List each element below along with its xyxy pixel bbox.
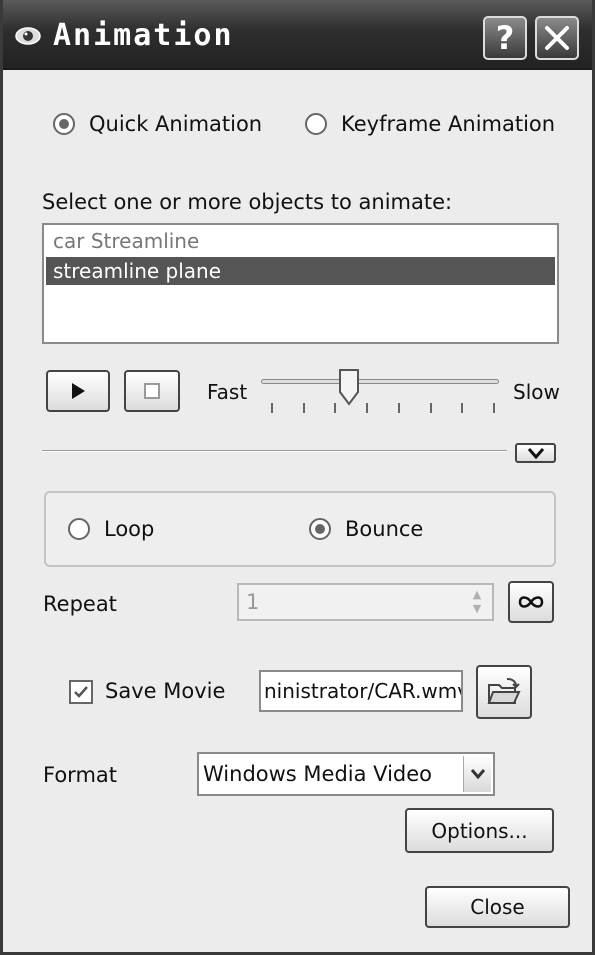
close-icon bbox=[545, 26, 569, 50]
expand-button[interactable] bbox=[515, 443, 556, 463]
bounce-option[interactable]: Bounce bbox=[309, 517, 423, 541]
slider-tick bbox=[461, 403, 464, 413]
speed-fast-label: Fast bbox=[207, 380, 248, 404]
slider-tick bbox=[271, 403, 273, 413]
checkmark-icon bbox=[74, 686, 88, 698]
slider-tick bbox=[397, 403, 400, 413]
close-button[interactable]: Close bbox=[425, 886, 570, 928]
list-item[interactable]: streamline plane bbox=[46, 257, 555, 285]
keyframe-animation-radio[interactable] bbox=[305, 113, 327, 135]
movie-path-field[interactable]: ninistrator/CAR.wmv bbox=[259, 670, 463, 712]
quick-animation-option[interactable]: Quick Animation bbox=[53, 112, 262, 136]
repeat-stepper[interactable]: ▲ ▼ bbox=[466, 588, 488, 616]
format-value: Windows Media Video bbox=[203, 762, 433, 786]
keyframe-animation-label: Keyframe Animation bbox=[341, 112, 556, 136]
options-button[interactable]: Options... bbox=[405, 808, 554, 853]
keyframe-animation-option[interactable]: Keyframe Animation bbox=[305, 112, 555, 136]
play-icon bbox=[72, 383, 85, 399]
bounce-radio[interactable] bbox=[309, 518, 331, 540]
format-dropdown-button[interactable] bbox=[463, 756, 491, 792]
infinite-repeat-button[interactable] bbox=[508, 581, 554, 623]
chevron-down-icon bbox=[527, 448, 544, 459]
format-label: Format bbox=[43, 763, 118, 787]
stop-icon bbox=[144, 383, 160, 399]
speed-slider-thumb[interactable] bbox=[338, 368, 360, 406]
stop-button[interactable] bbox=[124, 370, 180, 412]
save-movie-checkbox[interactable] bbox=[69, 680, 93, 704]
eye-icon bbox=[15, 27, 41, 45]
slider-tick bbox=[334, 403, 337, 413]
slider-tick bbox=[429, 403, 432, 413]
speed-slow-label: Slow bbox=[513, 380, 560, 404]
objects-label: Select one or more objects to animate: bbox=[42, 190, 453, 214]
help-button[interactable]: ? bbox=[483, 16, 527, 60]
slider-tick bbox=[493, 403, 495, 413]
chevron-down-icon bbox=[470, 769, 485, 780]
list-item[interactable]: car Streamline bbox=[46, 227, 555, 255]
close-window-button[interactable] bbox=[535, 16, 579, 60]
quick-animation-radio[interactable] bbox=[53, 113, 75, 135]
window-title: Animation bbox=[53, 18, 234, 53]
repeat-value: 1 bbox=[246, 590, 260, 614]
format-select[interactable]: Windows Media Video bbox=[197, 752, 495, 796]
section-divider bbox=[42, 450, 507, 452]
speed-slider-track[interactable] bbox=[261, 379, 499, 384]
quick-animation-label: Quick Animation bbox=[89, 112, 263, 136]
title-bar[interactable]: Animation ? bbox=[3, 0, 592, 70]
infinity-icon bbox=[518, 596, 544, 608]
animation-dialog: Animation ? Quick Animation Keyframe Ani… bbox=[0, 0, 595, 955]
loop-label: Loop bbox=[104, 517, 155, 541]
bounce-label: Bounce bbox=[345, 517, 424, 541]
open-folder-icon bbox=[487, 678, 521, 704]
objects-listbox[interactable]: car Streamline streamline plane bbox=[42, 223, 559, 344]
play-button[interactable] bbox=[46, 370, 110, 412]
browse-button[interactable] bbox=[476, 665, 532, 719]
slider-tick bbox=[366, 403, 369, 413]
slider-tick bbox=[302, 403, 305, 413]
repeat-spinbox[interactable]: 1 ▲ ▼ bbox=[237, 583, 494, 621]
loop-radio[interactable] bbox=[68, 518, 90, 540]
repeat-label: Repeat bbox=[43, 592, 117, 616]
save-movie-label: Save Movie bbox=[105, 679, 226, 703]
loop-option[interactable]: Loop bbox=[68, 517, 154, 541]
